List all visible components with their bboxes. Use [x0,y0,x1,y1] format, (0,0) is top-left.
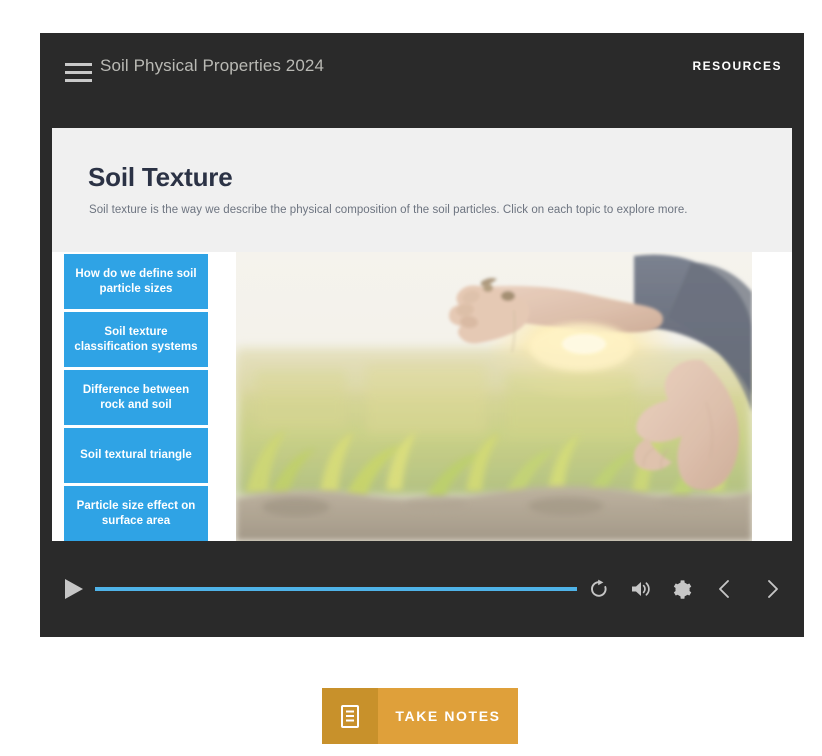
slide-subtitle: Soil texture is the way we describe the … [89,204,688,216]
take-notes-button[interactable]: TAKE NOTES [322,688,518,744]
replay-icon[interactable] [586,576,612,602]
volume-icon[interactable] [628,576,654,602]
field-sunset-photo [236,252,752,541]
player-control-bar [40,541,804,637]
slide-image [236,252,752,541]
course-player-shell: Soil Physical Properties 2024 RESOURCES … [40,33,804,637]
progress-scrubber[interactable] [95,587,577,591]
hamburger-bar [65,70,92,74]
hamburger-bar [65,62,92,66]
topic-list: How do we define soil particle sizes Soi… [52,252,236,541]
player-top-bar: Soil Physical Properties 2024 RESOURCES [40,33,804,128]
slide-stage: Soil Texture Soil texture is the way we … [52,128,792,541]
play-icon[interactable] [60,576,86,602]
chevron-left-icon[interactable] [711,576,737,602]
topic-button-classification-systems[interactable]: Soil texture classification systems [64,312,208,367]
slide-header: Soil Texture Soil texture is the way we … [52,128,792,252]
gear-icon[interactable] [668,576,694,602]
notepad-icon [322,688,378,744]
resources-link[interactable]: RESOURCES [692,59,782,73]
topic-button-surface-area[interactable]: Particle size effect on surface area [64,486,208,541]
topic-button-textural-triangle[interactable]: Soil textural triangle [64,428,208,483]
take-notes-label: TAKE NOTES [395,708,501,724]
topic-button-particle-sizes[interactable]: How do we define soil particle sizes [64,254,208,309]
page-title: Soil Texture [88,162,233,192]
progress-fill [95,587,577,591]
hamburger-bar [65,78,92,82]
hamburger-menu-icon[interactable] [63,58,95,86]
course-title: Soil Physical Properties 2024 [100,56,325,75]
chevron-right-icon[interactable] [760,576,786,602]
topic-button-rock-vs-soil[interactable]: Difference between rock and soil [64,370,208,425]
